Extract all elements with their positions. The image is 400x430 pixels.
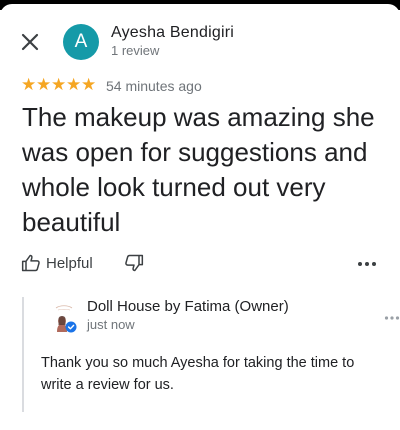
more-horizontal-icon: [358, 262, 376, 266]
reply-more-button[interactable]: [384, 310, 400, 320]
review-more-button[interactable]: [356, 256, 378, 272]
reviewer-name[interactable]: Ayesha Bendigiri: [111, 24, 234, 42]
owner-logo[interactable]: [50, 302, 78, 334]
owner-reply-timestamp: just now: [87, 317, 135, 332]
business-logo-icon: [51, 303, 77, 333]
owner-reply-text: Thank you so much Ayesha for taking the …: [41, 355, 355, 393]
star-rating: ★ ★ ★ ★ ★: [21, 76, 96, 93]
review-timestamp: 54 minutes ago: [106, 78, 202, 94]
thumbs-down-icon: [125, 254, 144, 272]
reply-divider: [22, 297, 24, 412]
helpful-button[interactable]: Helpful: [21, 253, 93, 273]
more-horizontal-icon: [384, 316, 400, 320]
star-icon: ★: [36, 75, 52, 94]
owner-name[interactable]: Doll House by Fatima (Owner): [87, 298, 289, 315]
reviewer-initial: A: [74, 31, 88, 52]
star-icon: ★: [66, 75, 82, 94]
reviewer-avatar[interactable]: A: [63, 24, 99, 60]
not-helpful-button[interactable]: [124, 253, 146, 275]
sheet-top-edge: [0, 0, 400, 16]
review-text: The makeup was amazing she was open for …: [22, 102, 375, 237]
verified-badge-icon: [65, 321, 77, 333]
helpful-label: Helpful: [46, 254, 93, 272]
close-icon: [21, 33, 39, 51]
thumbs-up-icon: [21, 254, 40, 272]
close-button[interactable]: [18, 30, 42, 54]
star-icon: ★: [51, 75, 67, 94]
star-icon: ★: [21, 75, 37, 94]
reviewer-review-count: 1 review: [111, 43, 160, 58]
star-icon: ★: [81, 75, 97, 94]
